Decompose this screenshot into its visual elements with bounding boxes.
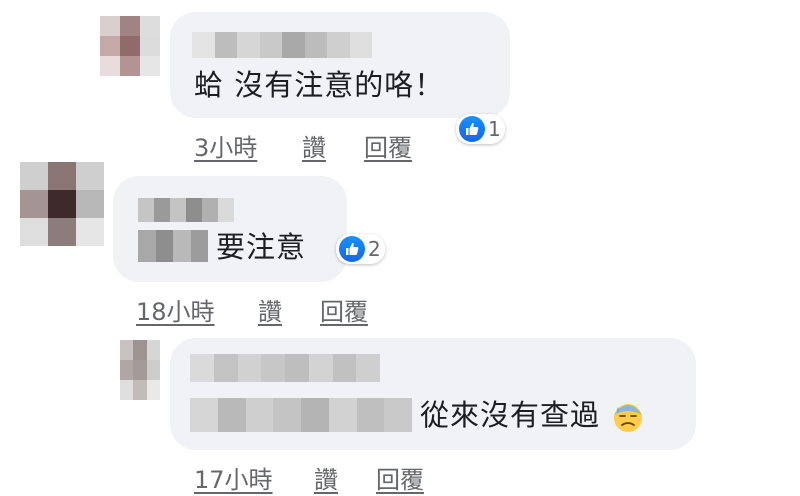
avatar-pixel	[100, 16, 120, 36]
blur-pixel	[186, 198, 202, 222]
commenter-name-blurred[interactable]	[190, 354, 380, 382]
blur-pixel	[308, 354, 333, 382]
avatar-pixel	[146, 380, 160, 400]
avatar-pixel	[76, 162, 104, 190]
blur-pixel	[192, 32, 215, 58]
comment-text: 從來沒有查過	[420, 398, 644, 433]
avatar[interactable]	[20, 162, 104, 246]
avatar-pixel	[133, 340, 147, 360]
blur-pixel	[202, 198, 218, 222]
avatar[interactable]	[120, 340, 160, 400]
blurred-mention	[190, 398, 412, 432]
blur-pixel	[356, 354, 380, 382]
thumbs-up-icon	[459, 116, 485, 142]
thumbs-up-icon	[339, 236, 365, 262]
downcast-sweat-face-icon	[614, 404, 643, 432]
timestamp-link[interactable]: 3小時	[194, 128, 257, 163]
avatar-pixel	[48, 162, 76, 190]
avatar-pixel	[140, 56, 160, 76]
reaction-badge[interactable]: 2	[336, 234, 385, 264]
avatar-pixel	[20, 190, 48, 218]
avatar-pixel	[120, 16, 140, 36]
blur-pixel	[214, 32, 237, 58]
avatar-pixel	[20, 162, 48, 190]
avatar-pixel	[140, 16, 160, 36]
blur-pixel	[332, 354, 357, 382]
comment-bubble	[170, 12, 510, 118]
commenter-name-blurred[interactable]	[192, 32, 372, 58]
avatar-pixel	[20, 218, 48, 246]
blur-pixel	[261, 354, 285, 382]
blur-pixel	[384, 398, 412, 432]
commenter-name-blurred[interactable]	[138, 198, 234, 222]
avatar-pixel	[133, 360, 147, 380]
reply-button[interactable]: 回覆	[320, 292, 368, 327]
blur-pixel	[328, 398, 357, 432]
like-button[interactable]: 讚	[258, 292, 282, 327]
avatar-pixel	[133, 380, 147, 400]
blur-pixel	[190, 398, 218, 432]
reaction-count: 1	[488, 117, 501, 141]
blur-pixel	[285, 354, 309, 382]
avatar-pixel	[120, 380, 134, 400]
reply-button[interactable]: 回覆	[376, 460, 424, 495]
blur-pixel	[304, 32, 327, 58]
blur-pixel	[301, 398, 329, 432]
comment-text-label: 從來沒有查過	[420, 398, 601, 432]
avatar-pixel	[48, 218, 76, 246]
blur-pixel	[237, 32, 260, 58]
blur-pixel	[237, 354, 262, 382]
avatar-pixel	[120, 360, 134, 380]
blur-pixel	[217, 398, 246, 432]
reaction-badge[interactable]: 1	[456, 114, 505, 144]
avatar-pixel	[146, 340, 160, 360]
blur-pixel	[154, 198, 170, 222]
blur-pixel	[190, 354, 214, 382]
blur-pixel	[170, 198, 186, 222]
blur-pixel	[282, 32, 305, 58]
timestamp-link[interactable]: 17小時	[194, 460, 273, 495]
reaction-count: 2	[368, 237, 381, 261]
avatar[interactable]	[100, 16, 160, 76]
blur-pixel	[138, 198, 154, 222]
avatar-pixel	[120, 340, 134, 360]
blur-pixel	[356, 398, 385, 432]
blurred-mention	[138, 230, 208, 262]
blur-pixel	[190, 230, 208, 262]
comment-text: 蛤 沒有注意的咯！	[194, 68, 445, 102]
reply-button[interactable]: 回覆	[364, 128, 412, 163]
comment-text: 要注意	[216, 230, 307, 264]
avatar-pixel	[120, 56, 140, 76]
like-button[interactable]: 讚	[302, 128, 326, 163]
avatar-pixel	[140, 36, 160, 56]
blur-pixel	[138, 230, 156, 262]
blur-pixel	[245, 398, 274, 432]
blur-pixel	[259, 32, 282, 58]
avatar-pixel	[100, 56, 120, 76]
blur-pixel	[173, 230, 191, 262]
like-button[interactable]: 讚	[314, 460, 338, 495]
blur-pixel	[327, 32, 350, 58]
blur-pixel	[155, 230, 173, 262]
blur-pixel	[273, 398, 301, 432]
blur-pixel	[213, 354, 238, 382]
blur-pixel	[218, 198, 234, 222]
blur-pixel	[349, 32, 372, 58]
avatar-pixel	[146, 360, 160, 380]
avatar-pixel	[76, 190, 104, 218]
avatar-pixel	[76, 218, 104, 246]
comment-bubble	[113, 176, 347, 282]
avatar-pixel	[120, 36, 140, 56]
avatar-pixel	[48, 190, 76, 218]
timestamp-link[interactable]: 18小時	[136, 292, 215, 327]
avatar-pixel	[100, 36, 120, 56]
